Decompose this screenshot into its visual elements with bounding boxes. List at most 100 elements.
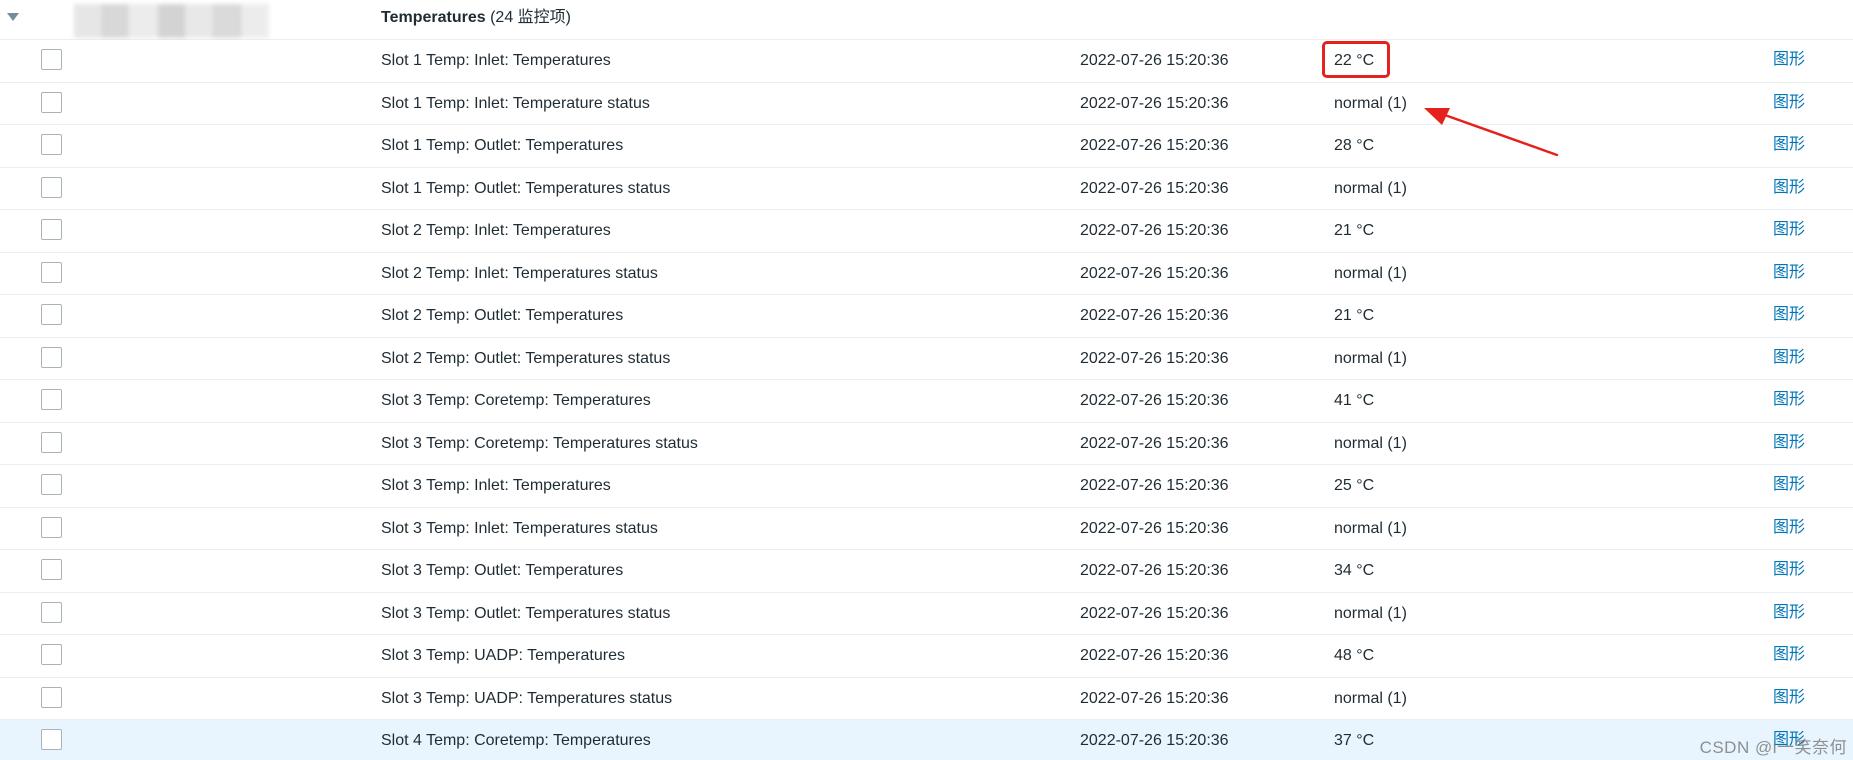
last-check-time: 2022-07-26 15:20:36 xyxy=(1080,179,1229,197)
triangle-down-icon[interactable] xyxy=(6,11,20,23)
table-row: Slot 1 Temp: Inlet: Temperature status 20… xyxy=(0,82,1853,125)
graph-link[interactable]: 图形 xyxy=(1773,644,1805,666)
last-value: 37 °C xyxy=(1334,732,1375,749)
graph-link[interactable]: 图形 xyxy=(1773,49,1805,71)
last-value: normal (1) xyxy=(1334,179,1407,197)
last-value: normal (1) xyxy=(1334,349,1407,367)
last-check-time: 2022-07-26 15:20:36 xyxy=(1080,477,1229,494)
graph-link[interactable]: 图形 xyxy=(1773,474,1805,496)
last-check-time: 2022-07-26 15:20:36 xyxy=(1080,604,1229,622)
table-row: Slot 1 Temp: Inlet: Temperatures 2022-07-… xyxy=(0,40,1853,83)
table-row: Slot 3 Temp: Outlet: Temperatures 2022-07… xyxy=(0,550,1853,593)
graph-link[interactable]: 图形 xyxy=(1773,262,1805,284)
row-checkbox[interactable] xyxy=(41,49,62,70)
row-checkbox[interactable] xyxy=(41,219,62,240)
row-checkbox[interactable] xyxy=(41,559,62,580)
graph-link[interactable]: 图形 xyxy=(1773,92,1805,114)
row-checkbox[interactable] xyxy=(41,304,62,325)
last-check-time: 2022-07-26 15:20:36 xyxy=(1080,732,1229,749)
last-check-time: 2022-07-26 15:20:36 xyxy=(1080,222,1229,239)
group-name: Temperatures xyxy=(381,9,486,26)
last-value: 34 °C xyxy=(1334,562,1375,579)
table-row: Slot 1 Temp: Outlet: Temperatures status… xyxy=(0,167,1853,210)
row-checkbox[interactable] xyxy=(41,601,62,623)
row-checkbox[interactable] xyxy=(41,91,62,113)
group-title: Temperatures (24 监控项) xyxy=(381,8,571,28)
item-name: Slot 1 Temp: Inlet: Temperatures xyxy=(381,52,611,69)
item-name: Slot 3 Temp: Coretemp: Temperatures stat… xyxy=(381,434,698,452)
row-checkbox[interactable] xyxy=(41,176,62,198)
watermark: CSDN @i一笑奈何 xyxy=(1699,738,1847,757)
last-value: 21 °C xyxy=(1334,307,1375,324)
table-row: Slot 2 Temp: Outlet: Temperatures 2022-07… xyxy=(0,295,1853,338)
table-row: Slot 2 Temp: Inlet: Temperatures 2022-07-… xyxy=(0,210,1853,253)
table-row: Slot 3 Temp: Inlet: Temperatures status 2… xyxy=(0,507,1853,550)
table-row: Slot 2 Temp: Inlet: Temperatures status 2… xyxy=(0,252,1853,295)
row-checkbox[interactable] xyxy=(41,686,62,708)
blurred-host-name xyxy=(74,4,269,38)
last-check-time: 2022-07-26 15:20:36 xyxy=(1080,519,1229,537)
last-check-time: 2022-07-26 15:20:36 xyxy=(1080,52,1229,69)
last-check-time: 2022-07-26 15:20:36 xyxy=(1080,392,1229,409)
row-checkbox[interactable] xyxy=(41,389,62,410)
item-name: Slot 3 Temp: Outlet: Temperatures status xyxy=(381,604,671,622)
item-name: Slot 1 Temp: Outlet: Temperatures xyxy=(381,137,624,154)
table-row: Slot 3 Temp: Coretemp: Temperatures stat… xyxy=(0,422,1853,465)
graph-link[interactable]: 图形 xyxy=(1773,389,1805,411)
items-table: Slot 1 Temp: Inlet: Temperatures 2022-07-… xyxy=(0,40,1853,760)
row-checkbox[interactable] xyxy=(41,346,62,368)
table-row: Slot 2 Temp: Outlet: Temperatures status… xyxy=(0,337,1853,380)
last-check-time: 2022-07-26 15:20:36 xyxy=(1080,264,1229,282)
last-value: 25 °C xyxy=(1334,477,1375,494)
item-name: Slot 3 Temp: UADP: Temperatures status xyxy=(381,689,673,707)
annotation-highlight-box xyxy=(1322,41,1390,78)
graph-link[interactable]: 图形 xyxy=(1773,432,1805,454)
graph-link[interactable]: 图形 xyxy=(1773,687,1805,709)
item-name: Slot 1 Temp: Outlet: Temperatures status xyxy=(381,179,671,197)
last-value: normal (1) xyxy=(1334,94,1407,112)
table-row: Slot 4 Temp: Coretemp: Temperatures 2022-… xyxy=(0,720,1853,760)
table-row: Slot 3 Temp: Coretemp: Temperatures 2022-… xyxy=(0,380,1853,423)
graph-link[interactable]: 图形 xyxy=(1773,517,1805,539)
monitoring-page: Temperatures (24 监控项) Slot 1 Temp: Inlet… xyxy=(0,0,1853,760)
row-checkbox[interactable] xyxy=(41,729,62,750)
last-check-time: 2022-07-26 15:20:36 xyxy=(1080,647,1229,664)
graph-link[interactable]: 图形 xyxy=(1773,347,1805,369)
item-name: Slot 2 Temp: Outlet: Temperatures xyxy=(381,307,624,324)
row-checkbox[interactable] xyxy=(41,516,62,538)
last-check-time: 2022-07-26 15:20:36 xyxy=(1080,94,1229,112)
item-name: Slot 3 Temp: UADP: Temperatures xyxy=(381,647,625,664)
last-value: normal (1) xyxy=(1334,604,1407,622)
table-row: Slot 3 Temp: UADP: Temperatures status 20… xyxy=(0,677,1853,720)
last-value: 28 °C xyxy=(1334,137,1375,154)
graph-link[interactable]: 图形 xyxy=(1773,219,1805,241)
last-check-time: 2022-07-26 15:20:36 xyxy=(1080,349,1229,367)
last-value: 41 °C xyxy=(1334,392,1375,409)
last-check-time: 2022-07-26 15:20:36 xyxy=(1080,434,1229,452)
graph-link[interactable]: 图形 xyxy=(1773,134,1805,156)
item-name: Slot 4 Temp: Coretemp: Temperatures xyxy=(381,732,651,749)
last-value: normal (1) xyxy=(1334,519,1407,537)
row-checkbox[interactable] xyxy=(41,261,62,283)
item-name: Slot 2 Temp: Outlet: Temperatures status xyxy=(381,349,671,367)
table-row: Slot 3 Temp: Inlet: Temperatures 2022-07-… xyxy=(0,465,1853,508)
item-name: Slot 3 Temp: Inlet: Temperatures status xyxy=(381,519,658,537)
graph-link[interactable]: 图形 xyxy=(1773,177,1805,199)
item-name: Slot 3 Temp: Inlet: Temperatures xyxy=(381,477,611,494)
last-value: 48 °C xyxy=(1334,647,1375,664)
graph-link[interactable]: 图形 xyxy=(1773,304,1805,326)
red-arrow-icon xyxy=(1424,108,1559,157)
item-name: Slot 2 Temp: Inlet: Temperatures xyxy=(381,222,611,239)
group-header-row: Temperatures (24 监控项) xyxy=(0,0,1853,40)
last-check-time: 2022-07-26 15:20:36 xyxy=(1080,689,1229,707)
item-name: Slot 3 Temp: Coretemp: Temperatures xyxy=(381,392,651,409)
last-value: 21 °C xyxy=(1334,222,1375,239)
graph-link[interactable]: 图形 xyxy=(1773,602,1805,624)
row-checkbox[interactable] xyxy=(41,644,62,665)
row-checkbox[interactable] xyxy=(41,474,62,495)
graph-link[interactable]: 图形 xyxy=(1773,559,1805,581)
row-checkbox[interactable] xyxy=(41,134,62,155)
item-name: Slot 1 Temp: Inlet: Temperature status xyxy=(381,94,650,112)
last-check-time: 2022-07-26 15:20:36 xyxy=(1080,137,1229,154)
row-checkbox[interactable] xyxy=(41,431,62,453)
